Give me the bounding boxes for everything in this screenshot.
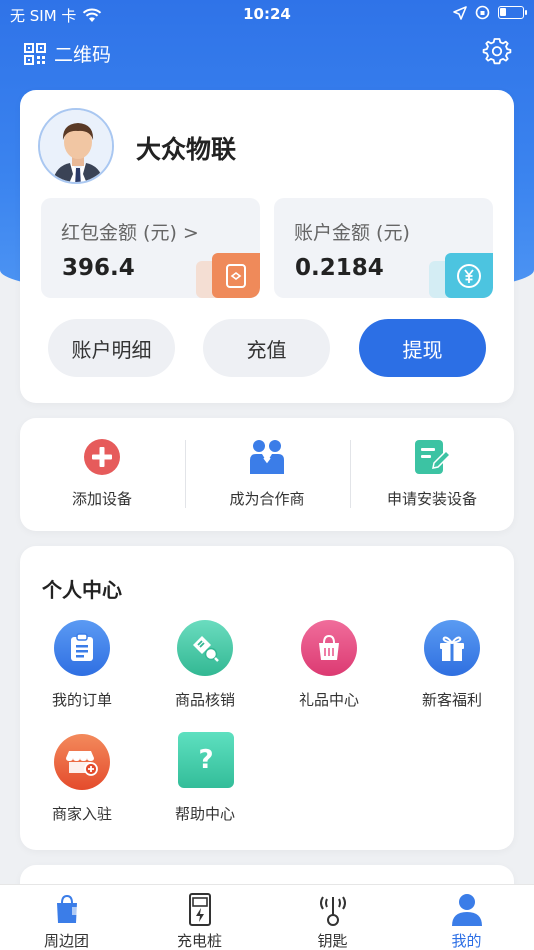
my-orders-label: 我的订单 bbox=[51, 691, 112, 709]
key-signal-icon bbox=[319, 896, 346, 926]
add-device-label: 添加设备 bbox=[71, 490, 132, 508]
edit-form-icon bbox=[415, 440, 451, 474]
svg-text:?: ? bbox=[198, 745, 213, 775]
account-label: 账户金额 (元) bbox=[294, 222, 410, 244]
user-name: 大众物联 bbox=[136, 135, 237, 164]
settings-button[interactable] bbox=[482, 36, 512, 66]
status-bar: 无 SIM 卡 10:24 bbox=[0, 0, 534, 30]
account-details-button[interactable]: 账户明细 bbox=[48, 319, 175, 377]
tab-nearby-group-label: 周边团 bbox=[43, 932, 89, 950]
orientation-lock-icon bbox=[475, 5, 490, 20]
become-partner-label: 成为合作商 bbox=[229, 490, 305, 508]
red-packet-label: 红包金额 (元) > bbox=[61, 222, 199, 244]
personal-center-card: 个人中心 我的订单 商品核销 礼品中心 新客福利 商家入驻 ? 帮助中心 bbox=[20, 546, 514, 850]
apply-install-button[interactable]: 申请安装设备 bbox=[350, 418, 514, 531]
tab-mine[interactable]: 我的 bbox=[400, 885, 533, 950]
add-circle-icon bbox=[84, 439, 120, 475]
apply-install-label: 申请安装设备 bbox=[386, 490, 477, 508]
become-partner-button[interactable]: 成为合作商 bbox=[185, 418, 349, 531]
store-icon bbox=[54, 734, 110, 790]
status-indicators bbox=[453, 5, 527, 20]
tab-charging-pile-label: 充电桩 bbox=[176, 932, 222, 950]
user-icon bbox=[451, 894, 482, 926]
qr-code-icon bbox=[24, 42, 46, 65]
avatar[interactable] bbox=[38, 108, 114, 184]
tab-mine-label: 我的 bbox=[451, 932, 482, 950]
merchant-join-label: 商家入驻 bbox=[51, 805, 112, 823]
account-balance[interactable]: 账户金额 (元) 0.2184 bbox=[274, 198, 493, 298]
charging-pile-icon bbox=[188, 893, 211, 926]
user-avatar-icon bbox=[40, 110, 112, 182]
recharge-button[interactable]: 充值 bbox=[203, 319, 330, 377]
gift-box-icon bbox=[424, 620, 480, 676]
red-packet-balance[interactable]: 红包金额 (元) > 396.4 bbox=[41, 198, 260, 298]
ticket-icon bbox=[177, 620, 233, 676]
help-center-label: 帮助中心 bbox=[174, 805, 235, 823]
clipboard-icon bbox=[54, 620, 110, 676]
profile-card: 大众物联 红包金额 (元) > 396.4 账户金额 (元) 0.2184 账户… bbox=[20, 90, 514, 403]
partners-icon bbox=[250, 440, 284, 474]
yuan-coin-icon bbox=[445, 253, 493, 298]
help-icon: ? bbox=[178, 732, 234, 788]
qr-code-label: 二维码 bbox=[54, 44, 112, 66]
tab-charging-pile[interactable]: 充电桩 bbox=[133, 885, 266, 950]
red-packet-amount: 396.4 bbox=[62, 255, 135, 281]
red-packet-icon bbox=[212, 253, 260, 298]
quick-actions-card: 添加设备 成为合作商 申请安装设备 bbox=[20, 418, 514, 531]
new-customer-benefit-label: 新客福利 bbox=[421, 691, 482, 709]
shopping-bag-icon bbox=[56, 894, 77, 923]
battery-icon bbox=[498, 6, 527, 19]
my-orders-button[interactable]: 我的订单 bbox=[20, 620, 144, 720]
gift-center-button[interactable]: 礼品中心 bbox=[267, 620, 391, 720]
merchant-join-button[interactable]: 商家入驻 bbox=[20, 734, 144, 834]
withdraw-button[interactable]: 提现 bbox=[359, 319, 486, 377]
tab-key-label: 钥匙 bbox=[317, 932, 348, 950]
account-amount: 0.2184 bbox=[295, 255, 384, 281]
add-device-button[interactable]: 添加设备 bbox=[20, 418, 184, 531]
top-bar: 二维码 bbox=[0, 34, 534, 74]
gift-bag-icon bbox=[301, 620, 357, 676]
bottom-tab-bar: 周边团 充电桩 钥匙 我的 bbox=[0, 884, 534, 950]
qr-code-button[interactable]: 二维码 bbox=[24, 40, 111, 67]
gear-icon bbox=[482, 38, 512, 65]
product-verify-label: 商品核销 bbox=[174, 691, 235, 709]
tab-key[interactable]: 钥匙 bbox=[266, 885, 399, 950]
help-center-button[interactable]: ? 帮助中心 bbox=[143, 732, 267, 834]
product-verify-button[interactable]: 商品核销 bbox=[143, 620, 267, 720]
location-arrow-icon bbox=[453, 5, 467, 20]
gift-center-label: 礼品中心 bbox=[298, 691, 359, 709]
tab-nearby-group[interactable]: 周边团 bbox=[0, 885, 133, 950]
personal-center-title: 个人中心 bbox=[42, 578, 122, 602]
new-customer-benefit-button[interactable]: 新客福利 bbox=[390, 620, 514, 720]
